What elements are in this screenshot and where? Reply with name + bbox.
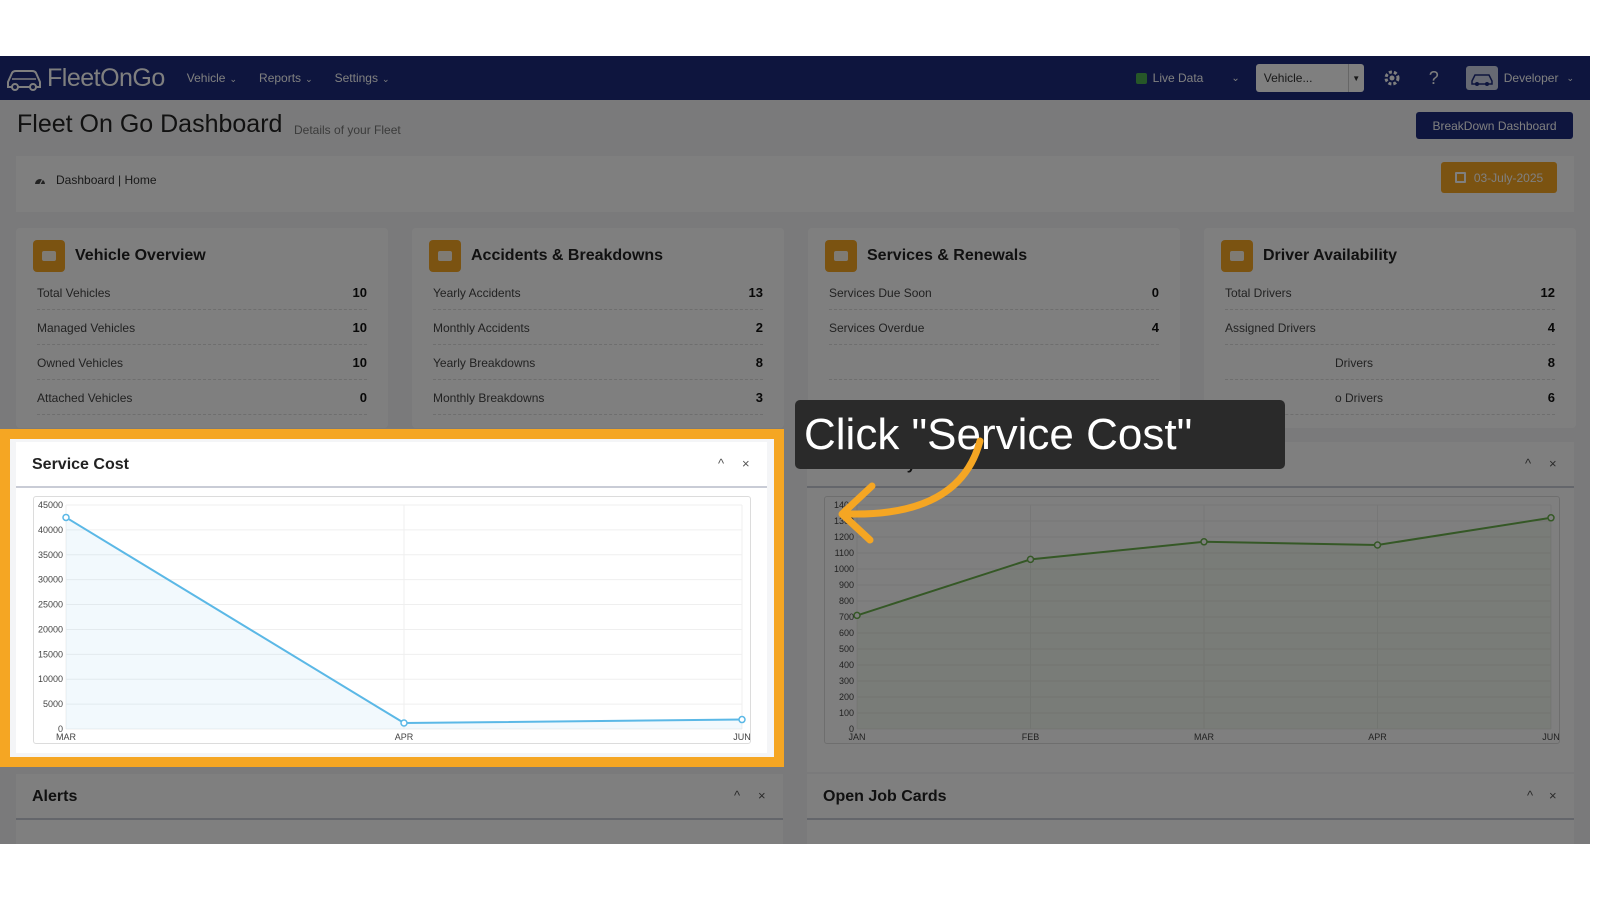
pointer-arrow-icon <box>838 437 984 544</box>
app-screen: FleetOnGo Vehicle⌄ Reports⌄ Settings⌄ Li… <box>0 56 1590 844</box>
highlight-frame <box>0 429 784 767</box>
